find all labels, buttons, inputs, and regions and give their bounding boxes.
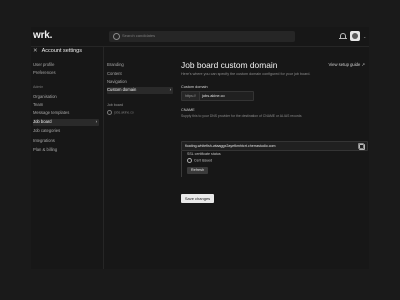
cname-field: floating-whitefish-wtaaggx2ayefkmhtcrt.c… [181,141,368,151]
sidebar-item-organisation[interactable]: Organisation [33,94,99,101]
subnav-item-content[interactable]: Content [107,71,173,78]
sidebar-item-integrations[interactable]: Integrations [33,138,99,145]
job-board-domain-link[interactable]: jobs.akine.co [107,110,134,115]
sidebar-item-preferences[interactable]: Preferences [33,70,99,77]
chevron-right-icon: › [95,119,97,124]
sidebar-item-message-templates[interactable]: Message templates [33,110,99,117]
logo: wrk. [33,30,53,41]
page-title: Job board custom domain [181,60,278,70]
url-prefix: https:// [182,92,200,100]
search-input[interactable]: Search candidates [109,31,295,42]
copy-icon[interactable] [358,143,365,150]
cname-label: CNAME [181,108,195,112]
job-board-label: Job board [107,103,123,107]
subnav-item-branding[interactable]: Branding [107,62,173,69]
subnav-item-navigation[interactable]: Navigation [107,79,173,86]
refresh-button[interactable]: Refresh [187,167,208,174]
ssl-status: Cert issued [187,158,212,163]
cname-value: floating-whitefish-wtaaggx2ayefkmhtcrt.c… [185,144,276,148]
sidebar-section-admin: Admin [33,85,44,89]
save-button[interactable]: Save changes [181,194,214,203]
ssl-status-text: Cert issued [194,158,213,163]
sidebar-item-team[interactable]: Team [33,102,99,109]
account-settings-label: Account settings [41,48,82,54]
search-placeholder: Search candidates [122,33,156,38]
bell-icon[interactable] [339,33,347,39]
job-board-subnav: Branding Content Navigation Custom domai… [105,47,177,269]
close-icon[interactable]: ✕ [33,48,38,54]
page-description: Here's where you can specify the custom … [181,72,311,76]
search-icon [113,33,120,40]
custom-domain-label: Custom domain [181,85,208,89]
account-settings-title: ✕ Account settings [33,48,82,54]
custom-domain-value: jobs.akine.co [202,93,225,98]
check-circle-icon [187,158,192,163]
chevron-right-icon: › [169,87,171,92]
account-settings-sidebar: ✕ Account settings User profile Preferenc… [31,47,104,269]
sidebar-item-user-profile[interactable]: User profile [33,62,99,69]
ssl-status-panel: SSL certificate status Cert issued Refre… [181,151,369,177]
sidebar-item-plan-billing[interactable]: Plan & billing [33,147,99,154]
top-bar: wrk. Search candidates ⌄ [31,27,369,47]
sidebar-item-label: Job board [33,119,52,124]
view-setup-guide-link[interactable]: View setup guide ↗ [329,62,366,67]
cname-help: Supply this to your DNS provider for the… [181,114,302,118]
subnav-item-label: Custom domain [107,87,137,92]
app-window: wrk. Search candidates ⌄ ✕ Account settin… [31,27,369,269]
custom-domain-field[interactable]: https:// jobs.akine.co [181,91,254,101]
ssl-title: SSL certificate status [187,152,221,156]
job-board-domain: jobs.akine.co [114,110,134,115]
chevron-down-icon[interactable]: ⌄ [363,34,366,39]
avatar[interactable] [350,31,360,41]
sidebar-item-job-board[interactable]: Job board › [33,119,99,126]
main-content: Job board custom domain View setup guide… [181,47,369,269]
sidebar-item-job-categories[interactable]: Job categories [33,128,99,135]
subnav-item-custom-domain[interactable]: Custom domain › [107,87,173,94]
globe-icon [107,110,112,115]
